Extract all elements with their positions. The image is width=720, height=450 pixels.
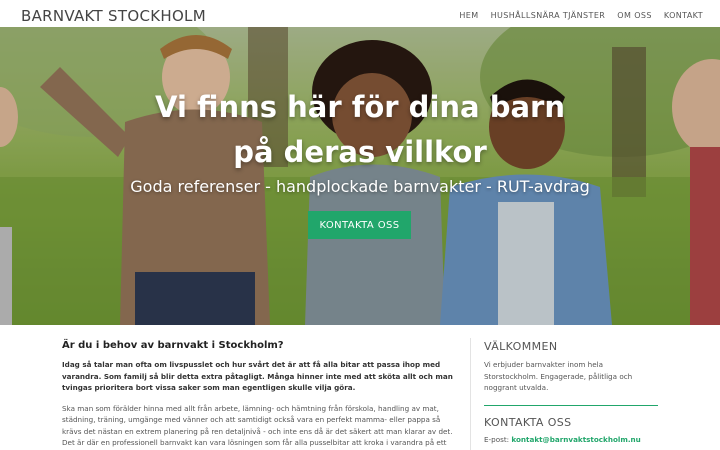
nav-item-hushallsnara-tjanster[interactable]: HUSHÅLLSNÄRA TJÄNSTER [491, 11, 606, 20]
nav-item-kontakt[interactable]: KONTAKT [664, 11, 703, 20]
hero-overlay [0, 27, 720, 325]
sidebar: VÄLKOMMEN Vi erbjuder barnvakter inom he… [484, 340, 658, 444]
main-body-paragraph: Ska man som förälder hinna med allt från… [62, 403, 453, 448]
hero-banner: Vi finns här för dina barn på deras vill… [0, 27, 720, 325]
hero-title-line-1: Vi finns här för dina barn [155, 90, 565, 124]
welcome-text: Vi erbjuder barnvakter inom hela Storsto… [484, 360, 633, 392]
main-lead-paragraph: Idag så talar man ofta om livspusslet oc… [62, 360, 453, 392]
sidebar-divider [484, 404, 658, 406]
main-heading: Är du i behov av barnvakt i Stockholm? [62, 340, 284, 351]
email-link[interactable]: kontakt@barnvaktstockholm.nu [511, 435, 640, 444]
contact-us-button[interactable]: KONTAKTA OSS [308, 211, 411, 239]
hero-subtitle: Goda referenser - handplockade barnvakte… [130, 177, 590, 196]
nav-item-hem[interactable]: HEM [459, 11, 478, 20]
contact-email-line: E-post: kontakt@barnvaktstockholm.nu [484, 435, 658, 444]
email-label: E-post: [484, 434, 510, 444]
main-content: Är du i behov av barnvakt i Stockholm? I… [62, 340, 455, 449]
hero-title-line-2: på deras villkor [233, 135, 487, 169]
site-logo[interactable]: BARNVAKT STOCKHOLM [21, 7, 206, 25]
site-header: BARNVAKT STOCKHOLM HEM HUSHÅLLSNÄRA TJÄN… [0, 0, 720, 30]
main-nav: HEM HUSHÅLLSNÄRA TJÄNSTER OM OSS KONTAKT [459, 11, 703, 20]
contact-heading: KONTAKTA OSS [484, 415, 572, 429]
welcome-heading: VÄLKOMMEN [484, 340, 558, 353]
column-divider [470, 338, 471, 450]
nav-item-om-oss[interactable]: OM OSS [617, 11, 652, 20]
